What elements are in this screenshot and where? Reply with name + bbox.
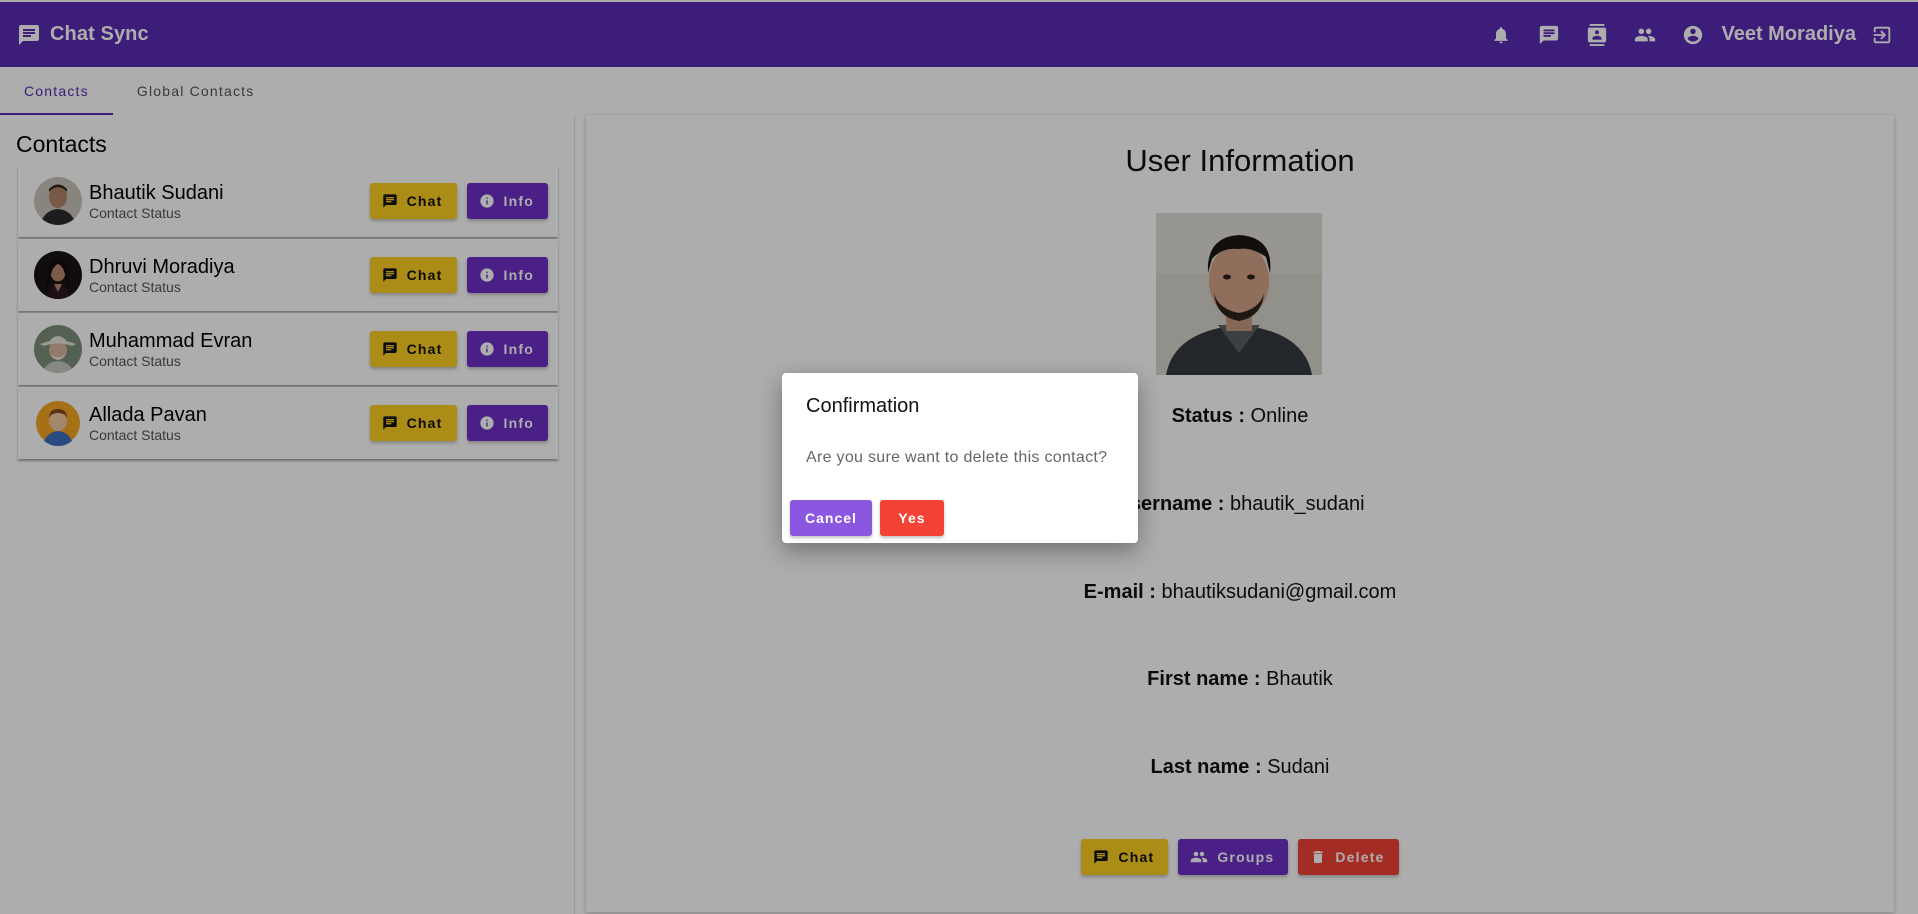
dialog-actions: Cancel Yes (790, 500, 944, 536)
app-root: Chat Sync Veet Moradiya Contacts Global … (0, 0, 1918, 914)
cancel-button[interactable]: Cancel (790, 500, 872, 536)
yes-button[interactable]: Yes (880, 500, 944, 536)
dialog-title: Confirmation (806, 395, 920, 417)
dialog-message: Are you sure want to delete this contact… (806, 449, 1108, 466)
confirmation-dialog: Confirmation Are you sure want to delete… (782, 373, 1138, 543)
